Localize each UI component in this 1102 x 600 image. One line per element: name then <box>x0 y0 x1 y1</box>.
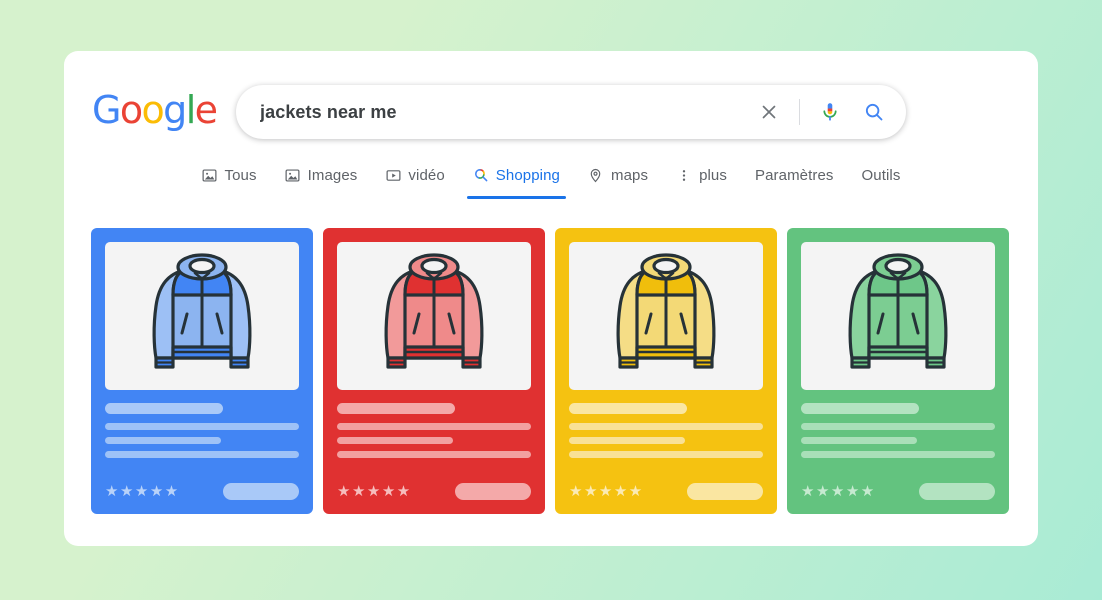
product-text-placeholders <box>801 403 995 458</box>
jacket-illustration <box>384 253 484 369</box>
placeholder-line <box>337 437 454 444</box>
product-image <box>337 242 531 390</box>
image-icon <box>285 167 301 183</box>
product-text-placeholders <box>569 403 763 458</box>
tab-maps[interactable]: maps <box>574 155 662 195</box>
tab-label: Shopping <box>495 166 560 184</box>
voice-search-button[interactable] <box>808 90 852 134</box>
placeholder-line <box>569 437 686 444</box>
tab-label: plus <box>699 166 727 184</box>
submit-search-button[interactable] <box>852 90 896 134</box>
tab-tous[interactable]: Tous <box>188 155 271 195</box>
product-image <box>801 242 995 390</box>
logo-letter-e: e <box>194 88 218 132</box>
video-icon <box>385 167 401 183</box>
tab-label: Outils <box>861 166 901 184</box>
product-card-green[interactable]: ★★★★★ <box>787 228 1009 514</box>
placeholder-line <box>569 451 763 458</box>
search-tabs: Tous Images vidéo Shopping maps plus Par… <box>64 155 1038 199</box>
tab-outils[interactable]: Outils <box>848 155 915 195</box>
tab-images[interactable]: Images <box>271 155 372 195</box>
jacket-illustration <box>152 253 252 369</box>
close-icon <box>762 105 776 119</box>
product-card-footer: ★★★★★ <box>801 483 995 500</box>
placeholder-title <box>569 403 688 414</box>
placeholder-line <box>105 423 299 430</box>
placeholder-line <box>801 437 918 444</box>
tab-label: Tous <box>224 166 257 184</box>
tab-parametres[interactable]: Paramètres <box>741 155 848 195</box>
jacket-illustration <box>616 253 716 369</box>
shopping-results-grid: ★★★★★ ★★★★★ ★★★★★ ★★★★★ <box>91 228 1011 514</box>
product-cta-button[interactable] <box>223 483 299 500</box>
rating-stars: ★★★★★ <box>569 483 644 500</box>
tab-label: vidéo <box>408 166 445 184</box>
logo-letter-g2: g <box>163 88 187 132</box>
jacket-illustration <box>848 253 948 369</box>
product-card-blue[interactable]: ★★★★★ <box>91 228 313 514</box>
logo-letter-l: l <box>185 88 197 132</box>
placeholder-title <box>801 403 920 414</box>
tab-label: Paramètres <box>754 166 834 184</box>
product-card-footer: ★★★★★ <box>105 483 299 500</box>
clear-search-button[interactable] <box>747 90 791 134</box>
product-cta-button[interactable] <box>687 483 763 500</box>
search-icon <box>865 103 883 121</box>
product-text-placeholders <box>105 403 299 458</box>
placeholder-line <box>569 423 763 430</box>
location-pin-icon <box>588 167 604 183</box>
placeholder-line <box>337 451 531 458</box>
search-icon <box>473 167 489 183</box>
tab-label: Images <box>307 166 358 184</box>
tab-label: maps <box>610 166 649 184</box>
rating-stars: ★★★★★ <box>801 483 876 500</box>
product-card-footer: ★★★★★ <box>337 483 531 500</box>
product-card-yellow[interactable]: ★★★★★ <box>555 228 777 514</box>
product-image <box>569 242 763 390</box>
placeholder-line <box>801 451 995 458</box>
placeholder-line <box>105 451 299 458</box>
placeholder-title <box>105 403 224 414</box>
product-text-placeholders <box>337 403 531 458</box>
placeholder-line <box>105 437 222 444</box>
product-card-footer: ★★★★★ <box>569 483 763 500</box>
search-bar-divider <box>799 99 800 125</box>
product-cta-button[interactable] <box>919 483 995 500</box>
product-cta-button[interactable] <box>455 483 531 500</box>
logo-letter-g1: G <box>92 88 121 132</box>
search-results-panel: Google jackets near me Tous Images vidéo… <box>64 51 1038 546</box>
search-input[interactable] <box>236 101 747 123</box>
product-image <box>105 242 299 390</box>
image-icon <box>202 167 218 183</box>
search-header: Google <box>64 51 1038 169</box>
search-bar[interactable] <box>236 85 906 139</box>
microphone-icon <box>823 103 837 121</box>
kebab-menu-icon <box>676 167 692 183</box>
product-card-red[interactable]: ★★★★★ <box>323 228 545 514</box>
rating-stars: ★★★★★ <box>105 483 180 500</box>
placeholder-line <box>337 423 531 430</box>
tab-shopping[interactable]: Shopping <box>459 155 574 199</box>
logo-letter-o1: o <box>119 88 143 132</box>
tab-video[interactable]: vidéo <box>371 155 458 195</box>
tab-plus[interactable]: plus <box>662 155 741 195</box>
rating-stars: ★★★★★ <box>337 483 412 500</box>
google-logo[interactable]: Google <box>92 88 218 132</box>
placeholder-line <box>801 423 995 430</box>
placeholder-title <box>337 403 456 414</box>
logo-letter-o2: o <box>141 88 165 132</box>
